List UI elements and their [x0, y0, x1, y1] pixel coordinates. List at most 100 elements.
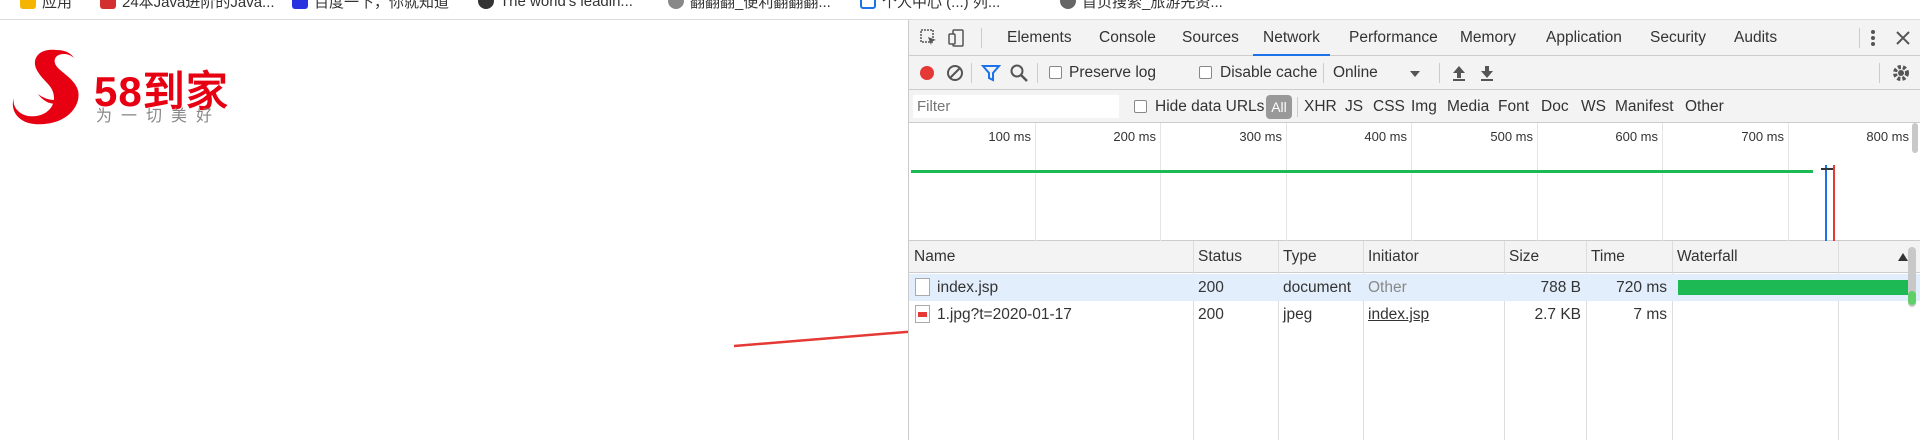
- timeline-gridline: [1788, 123, 1789, 241]
- bookmark-label: 首页搜索_旅游先资...: [1082, 0, 1223, 11]
- timeline-document-bar: [911, 170, 1813, 173]
- type-filter-media[interactable]: Media: [1447, 98, 1489, 116]
- request-size: 788 B: [1540, 279, 1581, 296]
- timeline-tick-label: 700 ms: [1741, 129, 1784, 144]
- device-toolbar-icon[interactable]: [947, 28, 967, 48]
- bookmark-github[interactable]: The world's leadin...: [478, 0, 633, 11]
- waterfall-bar: [1678, 280, 1910, 295]
- preserve-log-checkbox[interactable]: [1049, 66, 1062, 79]
- column-header-time[interactable]: Time: [1586, 241, 1672, 273]
- disable-cache-checkbox[interactable]: [1199, 66, 1212, 79]
- column-header-status[interactable]: Status: [1193, 241, 1278, 273]
- image-file-icon: [915, 305, 930, 323]
- gear-icon[interactable]: [1891, 63, 1911, 83]
- type-filter-all[interactable]: All: [1266, 95, 1292, 119]
- bookmark-travel[interactable]: 首页搜索_旅游先资...: [1060, 0, 1223, 11]
- divider: [1879, 63, 1880, 83]
- divider: [1037, 63, 1038, 83]
- timeline-tick-label: 500 ms: [1490, 129, 1533, 144]
- type-filter-xhr[interactable]: XHR: [1304, 98, 1337, 116]
- request-status: 200: [1198, 306, 1224, 323]
- column-divider: [1278, 241, 1279, 440]
- type-filter-css[interactable]: CSS: [1373, 98, 1405, 116]
- caret-down-icon[interactable]: [1405, 63, 1425, 83]
- request-name[interactable]: index.jsp: [937, 274, 998, 301]
- filter-icon[interactable]: [981, 63, 1001, 83]
- table-row[interactable]: 1.jpg?t=2020-01-17 200 jpeg index.jsp 2.…: [909, 301, 1920, 328]
- request-status: 200: [1198, 279, 1224, 296]
- timeline-tick-label: 800 ms: [1866, 129, 1909, 144]
- red-bookmark-icon: [100, 0, 116, 9]
- kebab-menu-icon[interactable]: [1863, 28, 1883, 48]
- column-header-initiator[interactable]: Initiator: [1363, 241, 1504, 273]
- load-event-marker: [1833, 165, 1835, 241]
- devtools-tab-bar: Elements Console Sources Network Perform…: [909, 20, 1920, 56]
- bookmark-icon: [860, 0, 876, 9]
- apps-grid-icon: [20, 0, 36, 9]
- bookmark-baidu[interactable]: 百度一下，你就知道: [292, 0, 449, 11]
- clear-icon[interactable]: [945, 63, 965, 83]
- close-icon[interactable]: [1893, 28, 1913, 48]
- bookmark-translate[interactable]: 翻翻翻_便利翻翻翻...: [668, 0, 831, 11]
- overview-scrollbar[interactable]: [1912, 123, 1918, 153]
- bookmark-label: 翻翻翻_便利翻翻翻...: [690, 0, 831, 11]
- devtools-panel: Elements Console Sources Network Perform…: [908, 20, 1920, 440]
- waterfall-scroll-indicator: [1908, 291, 1916, 305]
- throttling-select[interactable]: Online: [1333, 64, 1378, 82]
- request-initiator-link[interactable]: index.jsp: [1368, 301, 1429, 328]
- filter-bar: Hide data URLs All XHR JS CSS Img Media …: [909, 90, 1920, 123]
- record-icon[interactable]: [917, 63, 937, 83]
- request-size: 2.7 KB: [1534, 306, 1581, 323]
- timeline-overview[interactable]: 100 ms 200 ms 300 ms 400 ms 500 ms 600 m…: [909, 123, 1920, 241]
- timeline-gridline: [1160, 123, 1161, 241]
- type-filter-js[interactable]: JS: [1345, 98, 1363, 116]
- column-header-size[interactable]: Size: [1504, 241, 1586, 273]
- timeline-gridline: [1537, 123, 1538, 241]
- table-row[interactable]: index.jsp 200 document Other 788 B 720 m…: [909, 274, 1920, 301]
- tab-performance[interactable]: Performance: [1349, 20, 1438, 56]
- tab-elements[interactable]: Elements: [1007, 20, 1072, 56]
- baidu-icon: [292, 0, 308, 9]
- column-header-waterfall[interactable]: Waterfall: [1672, 241, 1920, 273]
- type-filter-other[interactable]: Other: [1685, 98, 1724, 116]
- tab-audits[interactable]: Audits: [1734, 20, 1777, 56]
- dom-content-loaded-marker: [1825, 165, 1827, 241]
- request-name[interactable]: 1.jpg?t=2020-01-17: [937, 301, 1072, 328]
- timeline-tick-label: 200 ms: [1113, 129, 1156, 144]
- type-filter-doc[interactable]: Doc: [1541, 98, 1569, 116]
- type-filter-ws[interactable]: WS: [1581, 98, 1606, 116]
- divider: [981, 28, 982, 48]
- export-har-icon[interactable]: [1477, 63, 1497, 83]
- inspect-element-icon[interactable]: [919, 28, 939, 48]
- type-filter-img[interactable]: Img: [1411, 98, 1437, 116]
- import-har-icon[interactable]: [1449, 63, 1469, 83]
- tab-console[interactable]: Console: [1099, 20, 1156, 56]
- search-icon[interactable]: [1009, 63, 1029, 83]
- tab-network[interactable]: Network: [1253, 20, 1330, 56]
- tab-memory[interactable]: Memory: [1460, 20, 1516, 56]
- type-filter-font[interactable]: Font: [1498, 98, 1529, 116]
- request-time: 720 ms: [1616, 279, 1667, 296]
- column-divider: [1586, 241, 1587, 440]
- bookmark-label: 百度一下，你就知道: [314, 0, 450, 11]
- bookmark-java[interactable]: 24本Java进阶的Java...: [100, 0, 275, 11]
- filter-input[interactable]: [913, 95, 1119, 118]
- timeline-gridline: [1286, 123, 1287, 241]
- hide-data-urls-label: Hide data URLs: [1155, 98, 1265, 115]
- column-header-name[interactable]: Name: [909, 241, 1193, 273]
- bookmark-personal[interactable]: 个人中心 (...) 列...: [860, 0, 1000, 11]
- tab-application[interactable]: Application: [1546, 20, 1622, 56]
- requests-table: Name Status Type Initiator Size Time Wat…: [909, 241, 1920, 440]
- column-divider: [1193, 241, 1194, 440]
- type-filter-manifest[interactable]: Manifest: [1615, 98, 1674, 116]
- request-initiator: Other: [1368, 279, 1407, 296]
- divider: [1297, 97, 1298, 117]
- timeline-tick-label: 100 ms: [988, 129, 1031, 144]
- column-header-type[interactable]: Type: [1278, 241, 1363, 273]
- bookmark-apps[interactable]: 应用: [20, 0, 72, 11]
- tab-security[interactable]: Security: [1650, 20, 1706, 56]
- hide-data-urls-checkbox[interactable]: [1134, 100, 1147, 113]
- tab-sources[interactable]: Sources: [1182, 20, 1239, 56]
- column-divider: [1363, 241, 1364, 440]
- timeline-tick-label: 400 ms: [1364, 129, 1407, 144]
